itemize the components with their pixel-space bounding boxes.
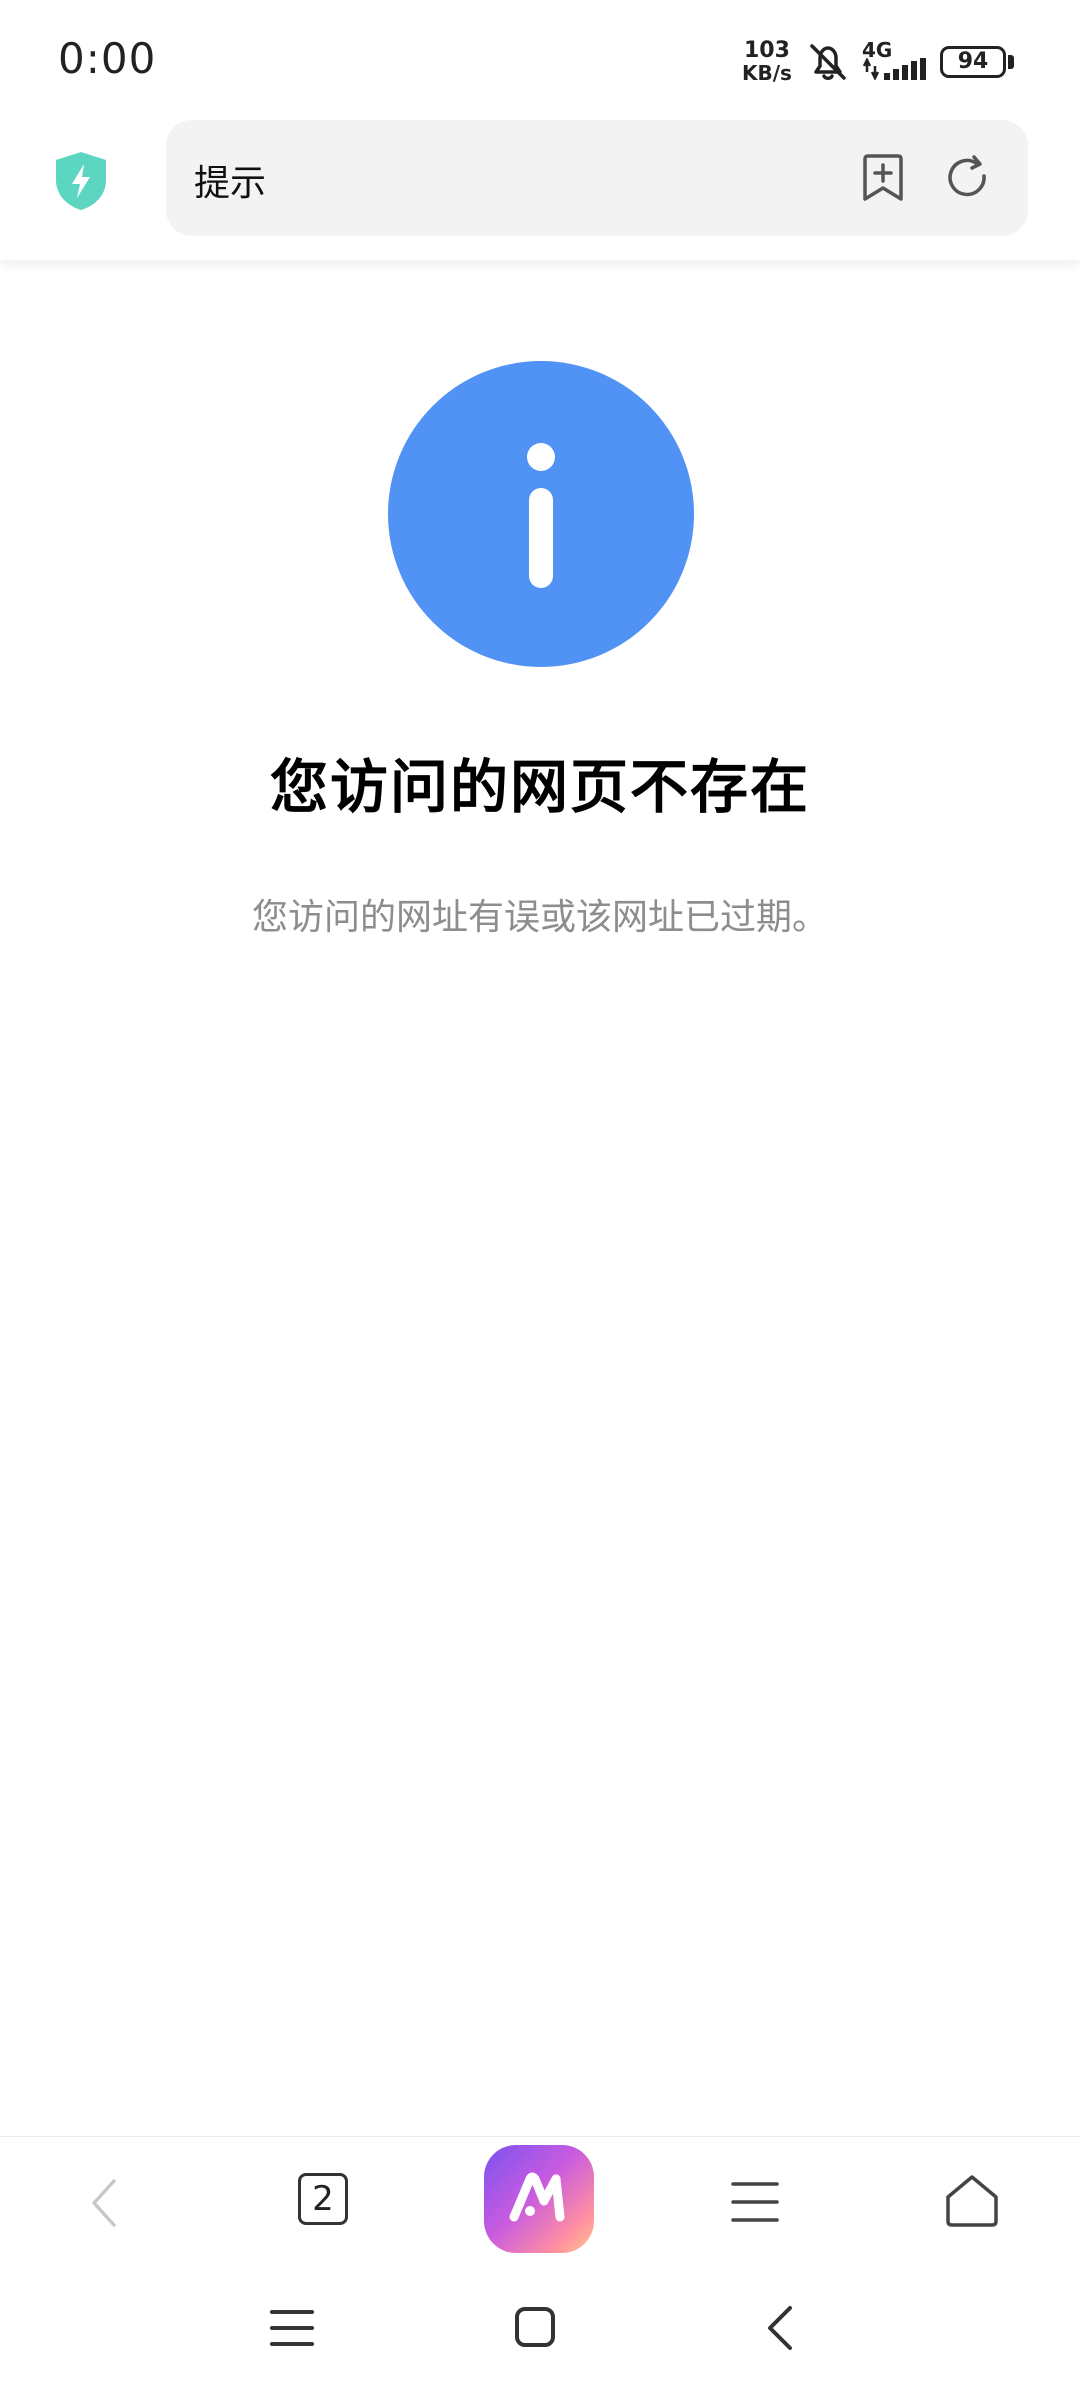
tabs-icon[interactable]: 2 xyxy=(298,2173,348,2225)
status-bar: 0:00 103 KB/s 4G 94 xyxy=(0,0,1080,118)
status-time: 0:00 xyxy=(58,34,157,83)
ai-assistant-icon[interactable] xyxy=(484,2145,594,2253)
home-square-icon[interactable] xyxy=(514,2306,556,2348)
battery-icon: 94 xyxy=(940,46,1006,78)
shield-icon[interactable] xyxy=(52,150,110,212)
address-bar[interactable]: 提示 xyxy=(166,120,1028,236)
menu-icon[interactable] xyxy=(730,2179,780,2225)
mute-bell-icon xyxy=(810,44,846,80)
system-back-icon[interactable] xyxy=(764,2304,796,2352)
bookmark-add-icon[interactable] xyxy=(860,154,906,202)
browser-toolbar: 提示 xyxy=(0,118,1080,260)
signal-icon xyxy=(862,58,926,80)
home-icon[interactable] xyxy=(944,2173,1000,2229)
back-icon[interactable] xyxy=(84,2177,124,2229)
info-icon-bar xyxy=(529,488,553,588)
info-icon xyxy=(388,361,694,667)
network-speed-value: 103 xyxy=(744,38,790,63)
info-icon-dot xyxy=(527,443,555,471)
network-speed: 103 KB/s xyxy=(742,38,792,85)
page-title[interactable]: 提示 xyxy=(194,154,266,206)
battery-nub xyxy=(1008,55,1014,69)
network-speed-unit: KB/s xyxy=(742,61,792,85)
error-title: 您访问的网页不存在 xyxy=(269,753,810,821)
system-navigation-bar xyxy=(0,2266,1080,2403)
recent-apps-icon[interactable] xyxy=(270,2308,314,2348)
error-description: 您访问的网址有误或该网址已过期。 xyxy=(251,897,828,938)
reload-icon[interactable] xyxy=(944,154,992,202)
browser-bottom-bar: 2 xyxy=(0,2136,1080,2266)
ai-logo-glyph xyxy=(509,2172,565,2222)
